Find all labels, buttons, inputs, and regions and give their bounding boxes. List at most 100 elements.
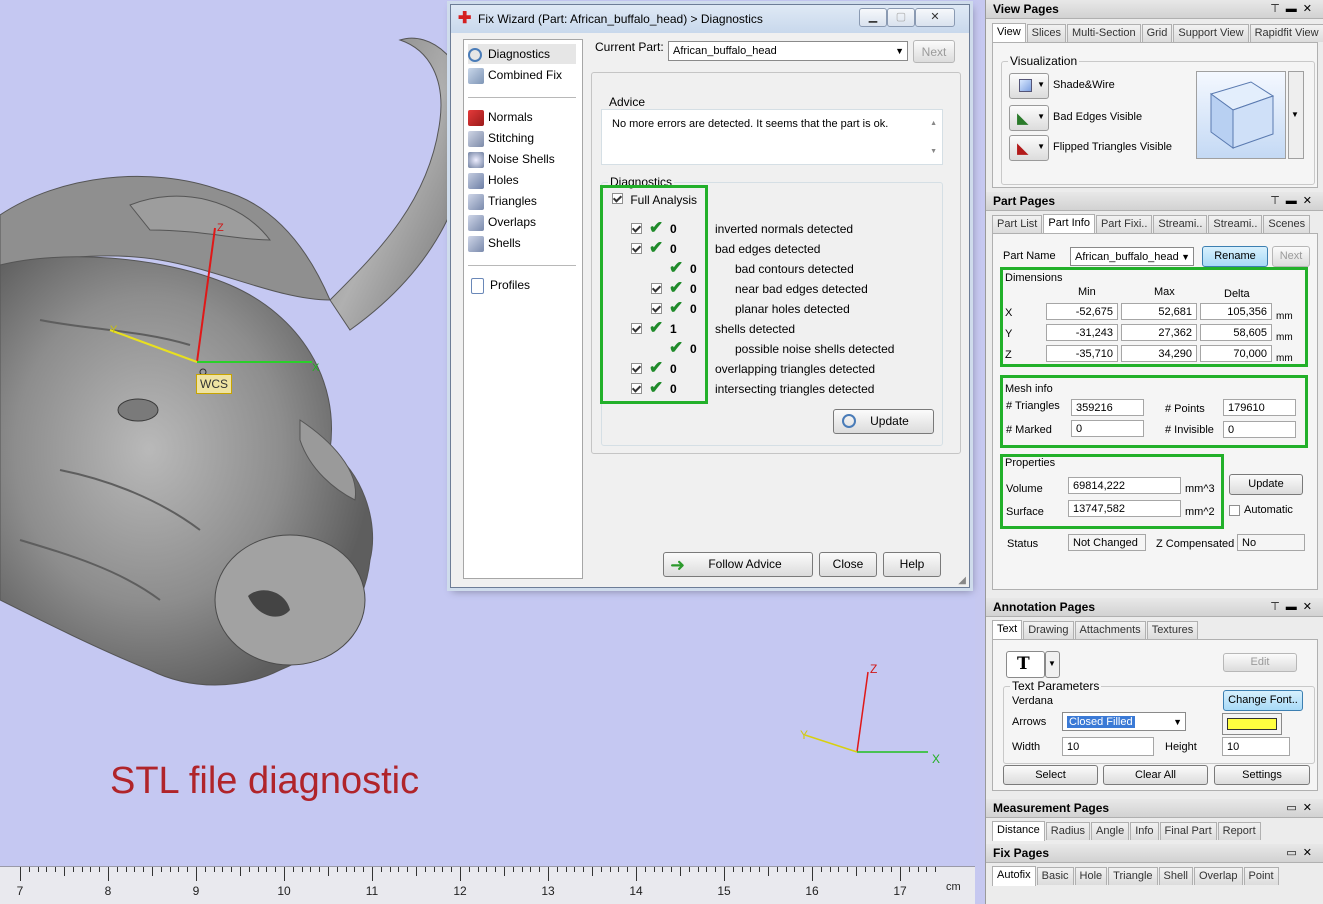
flipped-triangles-button[interactable]: ◣ ▼ xyxy=(1009,135,1049,161)
restore-close-icons[interactable]: ▭✕ xyxy=(1286,799,1318,818)
nav-holes[interactable]: Holes xyxy=(468,170,519,190)
tab-text[interactable]: Text xyxy=(992,620,1023,640)
diagnostic-checkbox[interactable] xyxy=(631,383,642,394)
change-font-button[interactable]: Change Font.. xyxy=(1223,690,1303,711)
tab-shell[interactable]: Shell xyxy=(1158,867,1193,885)
current-part-dropdown[interactable]: African_buffalo_head ▼ xyxy=(668,41,908,61)
nav-diagnostics[interactable]: Diagnostics xyxy=(468,44,576,64)
shade-wire-button[interactable]: ▼ xyxy=(1009,73,1049,99)
part-next-button[interactable]: Next xyxy=(1272,246,1310,267)
tab-angle[interactable]: Angle xyxy=(1091,822,1130,840)
help-button[interactable]: Help xyxy=(883,552,941,577)
fix-pages-header[interactable]: Fix Pages ▭✕ xyxy=(986,844,1323,863)
nav-noise-shells[interactable]: Noise Shells xyxy=(468,149,555,169)
tab-grid[interactable]: Grid xyxy=(1141,24,1173,42)
tab-attachments[interactable]: Attachments xyxy=(1074,621,1146,639)
tab-scenes[interactable]: Scenes xyxy=(1263,215,1311,233)
nav-combined-fix-label: Combined Fix xyxy=(488,68,563,82)
tab-rapidfit-view[interactable]: Rapidfit View xyxy=(1249,24,1323,42)
nav-overlaps[interactable]: Overlaps xyxy=(468,212,536,232)
tab-overlap[interactable]: Overlap xyxy=(1193,867,1243,885)
tab-part-fixi[interactable]: Part Fixi.. xyxy=(1095,215,1153,233)
view-cube-preview[interactable] xyxy=(1196,71,1286,159)
tab-info[interactable]: Info xyxy=(1130,822,1159,840)
diagnostic-checkbox[interactable] xyxy=(631,243,642,254)
arrow-right-icon: ➜ xyxy=(670,555,686,575)
ruler-minor-tick xyxy=(706,867,708,872)
wizard-update-button[interactable]: Update xyxy=(833,409,934,434)
tab-part-list[interactable]: Part List xyxy=(992,215,1043,233)
maximize-button[interactable]: ▢ xyxy=(887,8,915,27)
nav-stitching[interactable]: Stitching xyxy=(468,128,534,148)
tab-point[interactable]: Point xyxy=(1243,867,1279,885)
rename-button[interactable]: Rename xyxy=(1202,246,1268,267)
tab-streami[interactable]: Streami.. xyxy=(1153,215,1208,233)
nav-normals[interactable]: Normals xyxy=(468,107,533,127)
height-field[interactable]: 10 xyxy=(1222,737,1290,756)
tab-drawing[interactable]: Drawing xyxy=(1023,621,1074,639)
width-field[interactable]: 10 xyxy=(1062,737,1154,756)
restore-close-icons[interactable]: ▭✕ xyxy=(1286,844,1318,863)
tab-triangle[interactable]: Triangle xyxy=(1108,867,1158,885)
resize-grip-icon[interactable]: ◢ xyxy=(958,575,966,586)
triangles-icon xyxy=(468,193,484,210)
settings-button[interactable]: Settings xyxy=(1214,765,1310,785)
tab-view[interactable]: View xyxy=(992,23,1026,43)
window-close-button[interactable]: ✕ xyxy=(915,8,955,27)
scroll-down-icon[interactable]: ▼ xyxy=(930,148,937,155)
nav-combined-fix[interactable]: Combined Fix xyxy=(468,65,562,85)
minimize-button[interactable]: ▁ xyxy=(859,8,887,27)
text-tool-dropdown[interactable]: ▼ xyxy=(1045,651,1060,678)
diagnostic-checkbox[interactable] xyxy=(651,303,662,314)
diagnostic-checkbox[interactable] xyxy=(651,283,662,294)
automatic-checkbox[interactable] xyxy=(1229,505,1240,516)
tab-hole[interactable]: Hole xyxy=(1074,867,1108,885)
tab-part-info[interactable]: Part Info xyxy=(1043,214,1095,234)
nav-profiles[interactable]: Profiles xyxy=(468,275,530,295)
clear-all-button[interactable]: Clear All xyxy=(1103,765,1208,785)
diagnostic-checkbox[interactable] xyxy=(631,323,642,334)
diagnostic-checkbox[interactable] xyxy=(631,223,642,234)
ruler-minor-tick xyxy=(618,867,620,872)
tab-radius[interactable]: Radius xyxy=(1045,822,1091,840)
advice-textbox[interactable]: No more errors are detected. It seems th… xyxy=(601,109,943,165)
wizard-titlebar[interactable]: ✚ Fix Wizard (Part: African_buffalo_head… xyxy=(451,5,969,33)
tab-basic[interactable]: Basic xyxy=(1036,867,1074,885)
color-swatch-button[interactable] xyxy=(1222,713,1282,735)
ruler-minor-tick xyxy=(292,867,294,872)
edit-button[interactable]: Edit xyxy=(1223,653,1297,672)
ruler-minor-tick xyxy=(680,867,681,876)
tab-distance[interactable]: Distance xyxy=(992,821,1045,841)
tab-multi-section[interactable]: Multi-Section xyxy=(1067,24,1141,42)
follow-advice-button[interactable]: ➜ Follow Advice xyxy=(663,552,813,577)
part-pages-header[interactable]: Part Pages ⊤▬✕ xyxy=(986,192,1323,211)
pin-close-icons[interactable]: ⊤▬✕ xyxy=(1270,0,1318,19)
pin-close-icons[interactable]: ⊤▬✕ xyxy=(1270,192,1318,211)
tab-support-view[interactable]: Support View xyxy=(1173,24,1249,42)
tab-slices[interactable]: Slices xyxy=(1026,24,1066,42)
diagnostic-count: 0 xyxy=(670,382,677,396)
pin-close-icons[interactable]: ⊤▬✕ xyxy=(1270,598,1318,617)
part-name-dropdown[interactable]: African_buffalo_head ▼ xyxy=(1070,247,1194,266)
view-cube-dropdown[interactable]: ▼ xyxy=(1288,71,1304,159)
view-pages-header[interactable]: View Pages ⊤▬✕ xyxy=(986,0,1323,19)
measurement-pages-header[interactable]: Measurement Pages ▭✕ xyxy=(986,799,1323,818)
nav-shells[interactable]: Shells xyxy=(468,233,521,253)
properties-update-button[interactable]: Update xyxy=(1229,474,1303,495)
scroll-up-icon[interactable]: ▲ xyxy=(930,120,937,127)
text-tool-button[interactable]: T xyxy=(1006,651,1045,678)
annotation-pages-header[interactable]: Annotation Pages ⊤▬✕ xyxy=(986,598,1323,617)
tab-final-part[interactable]: Final Part xyxy=(1159,822,1217,840)
arrows-dropdown[interactable]: Closed Filled ▼ xyxy=(1062,712,1186,731)
tab-textures[interactable]: Textures xyxy=(1146,621,1199,639)
wizard-next-button[interactable]: Next xyxy=(913,40,955,63)
ruler-minor-tick xyxy=(759,867,761,872)
close-button[interactable]: Close xyxy=(819,552,877,577)
bad-edges-button[interactable]: ◣ ▼ xyxy=(1009,105,1049,131)
diagnostic-checkbox[interactable] xyxy=(631,363,642,374)
select-button[interactable]: Select xyxy=(1003,765,1098,785)
tab-report[interactable]: Report xyxy=(1217,822,1261,840)
tab-streami[interactable]: Streami.. xyxy=(1208,215,1263,233)
nav-triangles[interactable]: Triangles xyxy=(468,191,537,211)
tab-autofix[interactable]: Autofix xyxy=(992,866,1036,886)
